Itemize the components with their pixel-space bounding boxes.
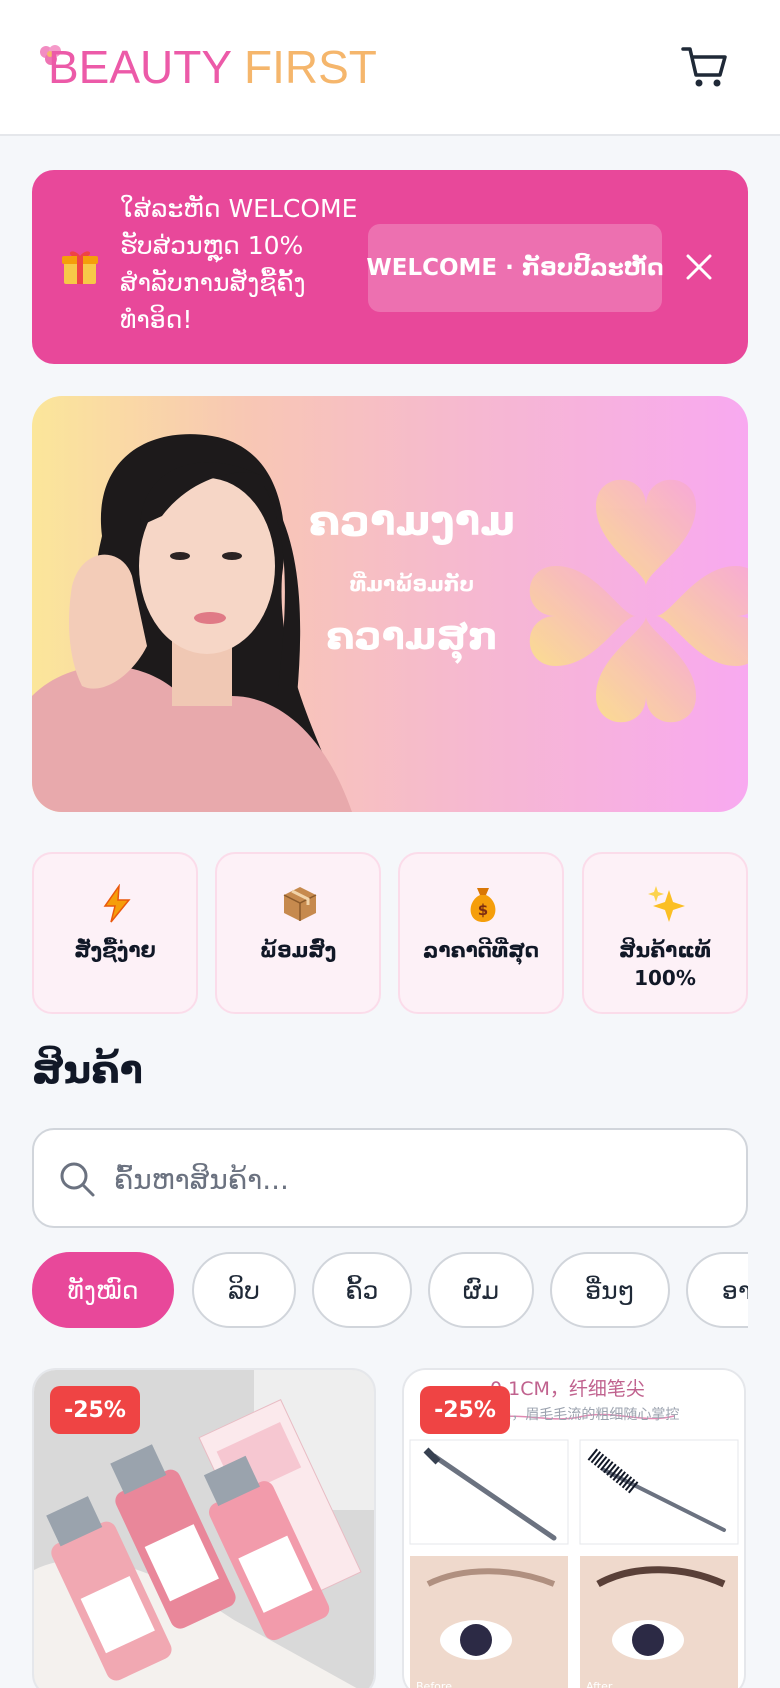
- clover-heart-decoration: [529, 479, 748, 723]
- feature-ready-ship: ພ້ອມສົ່ງ: [215, 852, 381, 1014]
- hero-subtitle: ທີ່ມາພ້ອມກັບ: [349, 572, 475, 596]
- product-image-headline: 0.1CM，纤细笔尖: [490, 1378, 645, 1400]
- caption-before: Before: [416, 1680, 452, 1688]
- discount-badge: -25%: [50, 1386, 140, 1434]
- gift-icon: [62, 251, 98, 284]
- chip-all[interactable]: ທັງໝົດ: [32, 1252, 174, 1328]
- feature-label: ສິນຄ້າແທ້ 100%: [619, 938, 711, 990]
- package-icon: [283, 887, 317, 921]
- product-card[interactable]: -25%: [32, 1368, 376, 1688]
- search-box: [32, 1128, 748, 1228]
- feature-authentic: ສິນຄ້າແທ້ 100%: [582, 852, 748, 1014]
- logo-word-beauty: BEAUTY: [48, 41, 232, 93]
- caption-after: After: [586, 1680, 613, 1688]
- search-input[interactable]: [114, 1150, 714, 1208]
- product-card[interactable]: 0.1CM，纤细笔尖 cm，眉毛毛流的粗细随心掌控 Before After -…: [402, 1368, 746, 1688]
- promo-message: ໃສ່ລະຫັດ WELCOME ຮັບສ່ວນຫຼຸດ 10% ສຳລັບກາ…: [120, 194, 358, 334]
- promo-banner: ໃສ່ລະຫັດ WELCOME ຮັບສ່ວນຫຼຸດ 10% ສຳລັບກາ…: [32, 170, 748, 364]
- chip-brow[interactable]: ຄິ້ວ: [312, 1252, 412, 1328]
- category-filter: ທັງໝົດ ລິບ ຄິ້ວ ຜົມ ອື່ນໆ ອາ: [32, 1252, 748, 1328]
- search-icon: [60, 1162, 95, 1197]
- feature-label: ສັ່ງຊື້ງ່າຍ: [74, 938, 156, 962]
- model-photo: [32, 434, 352, 812]
- hero-banner[interactable]: ຄວາມງາມ ທີ່ມາພ້ອມກັບ ຄວາມສຸກ: [32, 396, 748, 812]
- cart-icon[interactable]: [680, 44, 728, 90]
- feature-easy-order: ສັ່ງຊື້ງ່າຍ: [32, 852, 198, 1014]
- chip-more[interactable]: ອາ: [686, 1252, 748, 1328]
- svg-text:$: $: [478, 901, 488, 919]
- close-icon[interactable]: [682, 250, 716, 284]
- product-image-subline: cm，眉毛毛流的粗细随心掌控: [490, 1407, 680, 1423]
- brand-logo[interactable]: BEAUTY FIRST: [48, 40, 377, 94]
- chip-hair[interactable]: ຜົມ: [428, 1252, 534, 1328]
- section-title: ສິນຄ້າ: [32, 1048, 143, 1092]
- copy-code-button[interactable]: WELCOME · ກັອບປີ້ລະຫັດ: [366, 224, 664, 312]
- logo-word-first: FIRST: [244, 41, 377, 93]
- chip-other[interactable]: ອື່ນໆ: [550, 1252, 670, 1328]
- app-header: BEAUTY FIRST: [0, 0, 780, 136]
- lightning-icon: [103, 884, 131, 923]
- discount-badge: -25%: [420, 1386, 510, 1434]
- money-bag-icon: $: [470, 888, 496, 922]
- feature-label: ພ້ອມສົ່ງ: [259, 938, 337, 962]
- sparkles-icon: [648, 886, 685, 922]
- chip-lip[interactable]: ລິບ: [192, 1252, 296, 1328]
- hero-title: ຄວາມງາມ: [308, 496, 516, 545]
- hero-title-secondary: ຄວາມສຸກ: [326, 614, 498, 658]
- feature-best-price: $ ລາຄາດີທີ່ສຸດ: [398, 852, 564, 1014]
- feature-label: ລາຄາດີທີ່ສຸດ: [423, 938, 539, 962]
